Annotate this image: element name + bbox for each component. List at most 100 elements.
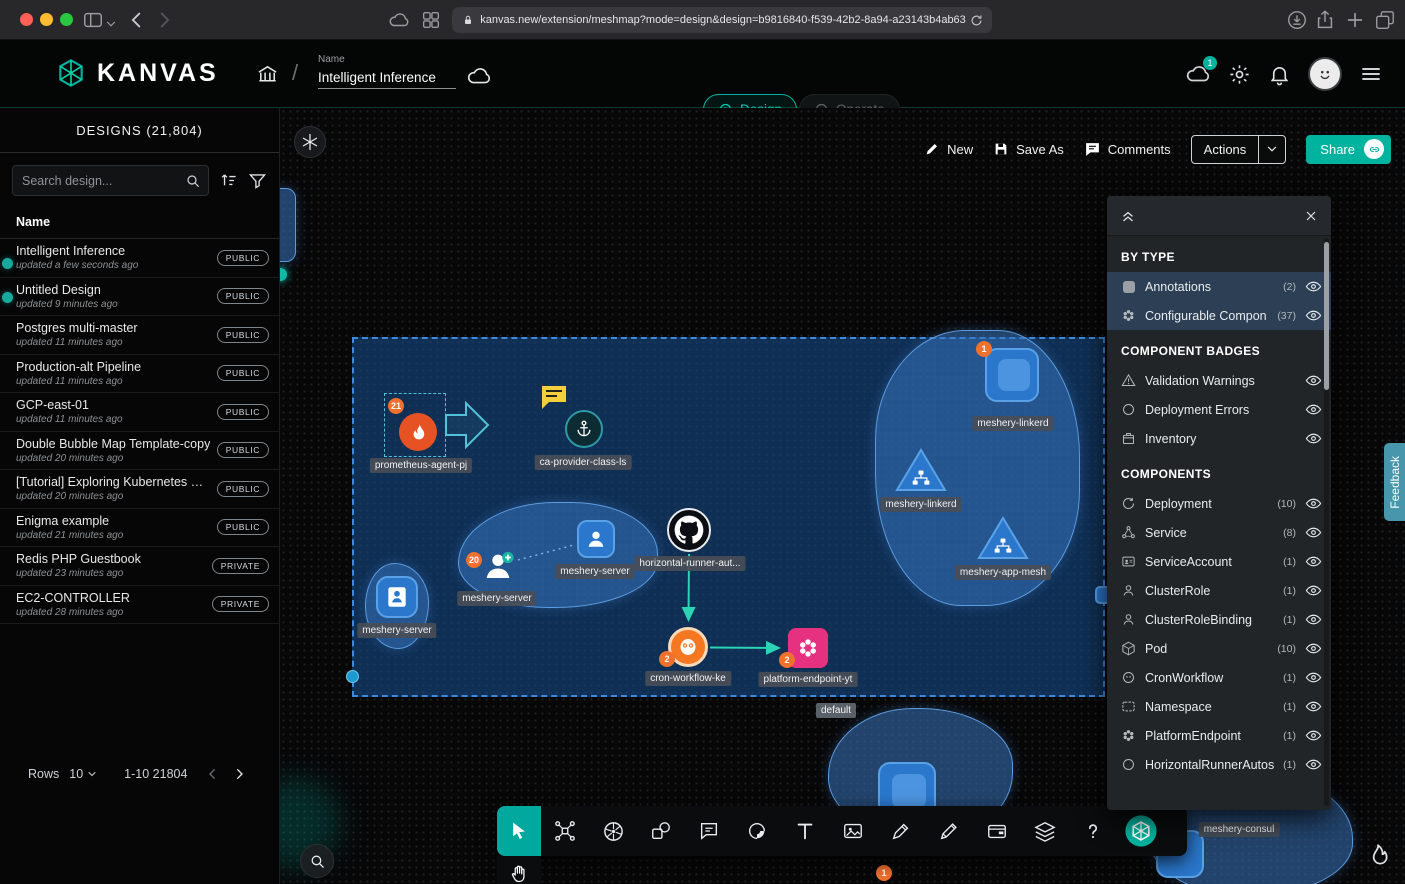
component-row-platformendpoint[interactable]: PlatformEndpoint (1)	[1107, 721, 1331, 750]
node-label[interactable]: meshery-server	[555, 564, 634, 579]
component-row-clusterrolebinding[interactable]: ClusterRoleBinding (1)	[1107, 605, 1331, 634]
selection-handle[interactable]	[346, 670, 359, 683]
window-zoom-button[interactable]	[60, 13, 73, 26]
sidebar-toggle-icon[interactable]	[82, 9, 104, 31]
design-list-item[interactable]: Untitled Designupdated 9 minutes ago PUB…	[0, 278, 279, 317]
component-row-cronworkflow[interactable]: CronWorkflow (1)	[1107, 663, 1331, 692]
search-input[interactable]	[12, 165, 209, 196]
design-list-item[interactable]: Production-alt Pipelineupdated 11 minute…	[0, 355, 279, 394]
eye-icon[interactable]	[1305, 401, 1322, 418]
help-tool-button[interactable]	[1069, 806, 1117, 856]
design-name-input[interactable]	[318, 67, 456, 89]
kanvas-logo[interactable]: KANVAS	[55, 57, 219, 89]
node-meshery-server-2[interactable]	[481, 549, 515, 583]
eye-icon[interactable]	[1305, 524, 1322, 541]
comment-tool-button[interactable]	[685, 806, 733, 856]
flame-status-icon[interactable]	[1365, 841, 1391, 871]
actions-button[interactable]: Actions	[1191, 135, 1287, 164]
design-card-tool-button[interactable]	[973, 806, 1021, 856]
node-label[interactable]: meshery-server	[457, 591, 536, 606]
eye-icon[interactable]	[1305, 756, 1322, 773]
notification-center-button[interactable]: 1	[1185, 61, 1211, 87]
gear-icon[interactable]	[1228, 63, 1251, 86]
node-github-runner[interactable]	[667, 508, 711, 552]
icloud-tabs-icon[interactable]	[388, 9, 410, 31]
node-meshery-linkerd-triangle[interactable]	[895, 448, 947, 492]
new-button[interactable]: New	[924, 141, 973, 157]
eye-icon[interactable]	[1305, 727, 1322, 744]
filter-icon[interactable]	[248, 171, 267, 190]
hamburger-menu-icon[interactable]	[1359, 62, 1383, 86]
tab-group-chevron-icon[interactable]	[104, 13, 118, 35]
bytype-row-configurable[interactable]: Configurable Compon (37)	[1107, 301, 1331, 330]
bell-icon[interactable]	[1268, 63, 1291, 86]
node-meshery-linkerd-square[interactable]	[985, 348, 1039, 402]
node-label[interactable]: meshery-server	[357, 623, 436, 638]
sticker-tool-button[interactable]	[733, 806, 781, 856]
pencil-tool-button[interactable]	[925, 806, 973, 856]
pen-tool-button[interactable]	[877, 806, 925, 856]
component-row-horizontalrunner[interactable]: HorizontalRunnerAutos (1)	[1107, 750, 1331, 779]
design-list-item[interactable]: Redis PHP Guestbookupdated 23 minutes ag…	[0, 547, 279, 586]
save-as-button[interactable]: Save As	[993, 141, 1064, 157]
shapes-tool-button[interactable]	[637, 806, 685, 856]
design-list-item[interactable]: Intelligent Inferenceupdated a few secon…	[0, 239, 279, 278]
eye-icon[interactable]	[1305, 307, 1322, 324]
eye-icon[interactable]	[1305, 611, 1322, 628]
bytype-row-annotations[interactable]: Annotations (2)	[1107, 272, 1331, 301]
window-close-button[interactable]	[20, 13, 33, 26]
node-comment[interactable]	[540, 384, 568, 410]
comments-button[interactable]: Comments	[1084, 141, 1171, 158]
badge-row-validation-warnings[interactable]: Validation Warnings	[1107, 366, 1331, 395]
media-tool-button[interactable]	[829, 806, 877, 856]
new-tab-icon[interactable]	[1344, 9, 1366, 31]
rows-per-page-select[interactable]: 10	[69, 767, 98, 781]
mesh-components-button[interactable]	[541, 806, 589, 856]
share-icon[interactable]	[1314, 9, 1336, 31]
node-label[interactable]: platform-endpoint-yt	[759, 672, 858, 687]
node-label[interactable]: horizontal-runner-aut...	[634, 556, 745, 571]
eye-icon[interactable]	[1305, 553, 1322, 570]
component-row-serviceaccount[interactable]: ServiceAccount (1)	[1107, 547, 1331, 576]
design-list-item[interactable]: [Tutorial] Exploring Kubernetes Podupdat…	[0, 470, 279, 509]
text-tool-button[interactable]	[781, 806, 829, 856]
sort-icon[interactable]	[219, 171, 238, 190]
meshery-button[interactable]	[1117, 806, 1165, 856]
component-row-clusterrole[interactable]: ClusterRole (1)	[1107, 576, 1331, 605]
node-meshery-server-1[interactable]	[577, 520, 615, 558]
next-page-button[interactable]	[231, 766, 247, 782]
actions-dropdown-caret[interactable]	[1259, 142, 1285, 156]
badge-row-inventory[interactable]: Inventory	[1107, 424, 1331, 453]
eye-icon[interactable]	[1305, 698, 1322, 715]
select-tool-button[interactable]	[497, 806, 541, 856]
design-list-item[interactable]: Enigma exampleupdated 21 minutes ago PUB…	[0, 509, 279, 548]
forward-button[interactable]	[153, 9, 175, 31]
avatar[interactable]	[1308, 57, 1342, 91]
organization-icon[interactable]	[256, 63, 279, 86]
canvas-widgets-button[interactable]	[294, 126, 326, 158]
node-prometheus[interactable]	[399, 413, 437, 451]
component-row-pod[interactable]: Pod (10)	[1107, 634, 1331, 663]
eye-icon[interactable]	[1305, 582, 1322, 599]
window-minimize-button[interactable]	[40, 13, 53, 26]
design-list-item[interactable]: Postgres multi-masterupdated 11 minutes …	[0, 316, 279, 355]
node-label[interactable]: meshery-consul	[1199, 822, 1280, 837]
design-list-item[interactable]: GCP-east-01updated 11 minutes ago PUBLIC	[0, 393, 279, 432]
node-label[interactable]: ca-provider-class-ls	[535, 455, 632, 470]
url-bar[interactable]: kanvas.new/extension/meshmap?mode=design…	[452, 7, 992, 33]
layers-tool-button[interactable]	[1021, 806, 1069, 856]
eye-icon[interactable]	[1305, 495, 1322, 512]
pan-tool-button[interactable]	[497, 856, 541, 884]
back-button[interactable]	[126, 9, 148, 31]
share-button[interactable]: Share	[1306, 135, 1391, 164]
close-icon[interactable]	[1303, 208, 1319, 224]
node-label[interactable]: meshery-app-mesh	[955, 565, 1051, 580]
reload-icon[interactable]	[969, 13, 984, 28]
node-meshery-app-mesh[interactable]	[977, 516, 1029, 560]
eye-icon[interactable]	[1305, 278, 1322, 295]
feedback-tab[interactable]: Feedback	[1384, 443, 1405, 521]
tab-overview-icon[interactable]	[1374, 9, 1396, 31]
component-row-deployment[interactable]: Deployment (10)	[1107, 489, 1331, 518]
design-list-item[interactable]: EC2-CONTROLLERupdated 28 minutes ago PRI…	[0, 586, 279, 625]
eye-icon[interactable]	[1305, 430, 1322, 447]
